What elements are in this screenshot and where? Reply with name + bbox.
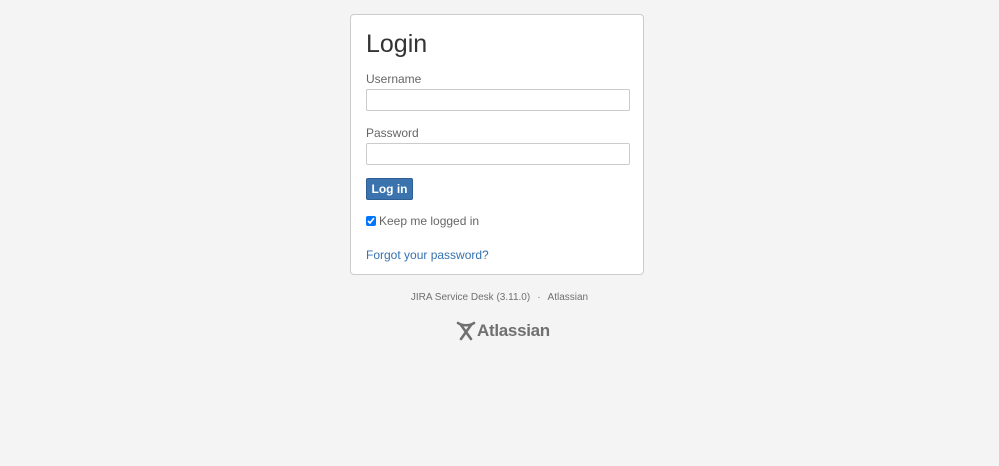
footer-vendor-link[interactable]: Atlassian [548,292,589,303]
footer: JIRA Service Desk (3.11.0) · Atlassian [0,292,999,304]
forgot-password-link[interactable]: Forgot your password? [366,248,489,262]
atlassian-logo-text: Atlassian [477,321,550,340]
username-input[interactable] [366,89,630,111]
atlassian-logo-icon [456,321,477,341]
footer-product: JIRA Service Desk (3.11.0) [410,292,531,303]
atlassian-logo: Atlassian [456,320,550,342]
remember-me-checkbox[interactable] [366,216,376,226]
password-label: Password [366,126,419,140]
login-card: Login Username Password Log in Keep me l… [350,14,644,275]
password-input[interactable] [366,143,630,165]
page-title: Login [366,30,428,58]
login-button[interactable]: Log in [366,178,413,200]
footer-separator: · [537,292,541,303]
remember-me-label[interactable]: Keep me logged in [379,214,479,228]
username-label: Username [366,72,422,86]
remember-me: Keep me logged in [366,214,479,228]
